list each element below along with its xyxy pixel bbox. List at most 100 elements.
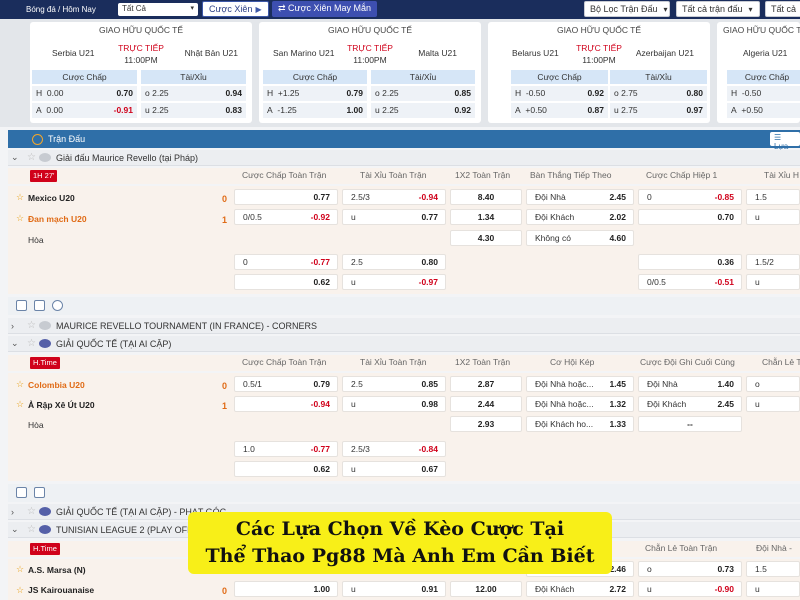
stats-table-icon[interactable]	[16, 487, 27, 498]
chevron-down-icon: ▾	[748, 5, 753, 14]
odds-cell[interactable]: u -0.90	[638, 581, 742, 597]
star-icon[interactable]: ☆	[27, 152, 36, 163]
odds-cell[interactable]: Đội Nhà hoặc... 1.45	[526, 376, 634, 392]
odds-cell[interactable]: u	[746, 396, 800, 412]
star-icon[interactable]: ☆	[27, 524, 36, 535]
odds-cell[interactable]: H -0.50	[727, 86, 800, 101]
stats-table-icon[interactable]	[16, 300, 27, 311]
odds-cell[interactable]: u 0.67	[342, 461, 446, 477]
day-select[interactable]: Tất Cả ▾	[118, 3, 198, 16]
random-parlay-button[interactable]: ⇄ Cược Xiên May Mắn	[272, 1, 377, 17]
league-header[interactable]: › ☆ MAURICE REVELLO TOURNAMENT (IN FRANC…	[8, 318, 800, 334]
odds-cell[interactable]: Đội Nhà 1.40	[638, 376, 742, 392]
odds-cell[interactable]: o 2.25 0.94	[141, 86, 246, 101]
odds-cell[interactable]: 2.5/3 -0.84	[342, 441, 446, 457]
featured-match-card[interactable]: GIAO HỮU QUỐC TẾ Belarus U21 TRỰC TIẾP 1…	[488, 22, 710, 123]
odds-cell[interactable]: u 2.25 0.83	[141, 103, 246, 118]
odds-cell[interactable]: 2.93	[450, 416, 522, 432]
odds-cell[interactable]: 0 -0.85	[638, 189, 742, 205]
featured-match-card[interactable]: GIAO HỮU QUỐC TẾ San Marino U21 TRỰC TIẾ…	[259, 22, 481, 123]
star-icon[interactable]: ☆	[27, 506, 36, 517]
odds-cell[interactable]: 1.00	[234, 581, 338, 597]
bar-chart-icon[interactable]	[34, 300, 45, 311]
odds-cell[interactable]: 1.5	[746, 561, 800, 577]
odds-cell[interactable]: u	[746, 274, 800, 290]
odds-cell[interactable]: Đội Nhà 2.45	[526, 189, 634, 205]
favorite-star-icon[interactable]: ☆	[16, 379, 24, 390]
favorite-star-icon[interactable]: ☆	[16, 585, 24, 596]
odds-cell[interactable]: 0.62	[234, 461, 338, 477]
odds-cell[interactable]: 2.87	[450, 376, 522, 392]
odds-cell[interactable]: 1.34	[450, 209, 522, 225]
odds-cell[interactable]: u -0.97	[342, 274, 446, 290]
odds-cell[interactable]: u	[746, 581, 800, 597]
odds-cell[interactable]: o	[746, 376, 800, 392]
odds-cell[interactable]: A 0.00 -0.91	[32, 103, 137, 118]
odds-cell[interactable]: 2.5 0.80	[342, 254, 446, 270]
odds-cell[interactable]: 2.5 0.85	[342, 376, 446, 392]
odds-cell[interactable]: 0.62	[234, 274, 338, 290]
odds-cell[interactable]: Đội Khách 2.72	[526, 581, 634, 597]
league-header[interactable]: ⌄ ☆ Giải đấu Maurice Revello (tại Pháp)	[8, 150, 800, 166]
competition-name: GIAO HỮU QUỐC TẾ	[327, 25, 413, 35]
odds-cell[interactable]: 0/0.5 -0.92	[234, 209, 338, 225]
odds-cell[interactable]: H -0.50 0.92	[511, 86, 608, 101]
odds-cell[interactable]: 8.40	[450, 189, 522, 205]
filter-button[interactable]: ☰ Lựa	[770, 132, 800, 151]
featured-match-card[interactable]: GIAO HỮU QUỐC TẾ Serbia U21 TRỰC TIẾP 11…	[30, 22, 252, 123]
parlay-button[interactable]: Cược Xiên ▶	[202, 1, 269, 17]
favorite-star-icon[interactable]: ☆	[16, 399, 24, 410]
odds-cell[interactable]: 12.00	[450, 581, 522, 597]
odds-cell[interactable]: H +1.25 0.79	[263, 86, 367, 101]
odds-cell[interactable]: u 0.91	[342, 581, 446, 597]
odds-cell[interactable]: o 0.73	[638, 561, 742, 577]
league-header[interactable]: ⌄ ☆ GIẢI QUỐC TẾ (TẠI AI CẬP)	[8, 336, 800, 352]
odds-cell[interactable]: 2.5/3 -0.94	[342, 189, 446, 205]
star-icon[interactable]: ☆	[27, 338, 36, 349]
odds-cell[interactable]: H 0.00 0.70	[32, 86, 137, 101]
odds-cell[interactable]: o 2.25 0.85	[371, 86, 475, 101]
odds-cell[interactable]: A +0.50	[727, 103, 800, 118]
odds-cell[interactable]: 0.77	[234, 189, 338, 205]
odds-cell[interactable]: u 2.75 0.97	[610, 103, 707, 118]
featured-match-card[interactable]: GIAO HỮU QUỐC TẾ Algeria U21 Cược Chấp H…	[717, 22, 800, 123]
odds-cell[interactable]: 2.44	[450, 396, 522, 412]
odds-cell[interactable]: u	[746, 209, 800, 225]
over-under-header: Tài/Xỉu	[141, 70, 246, 84]
odds-cell[interactable]: Đội Khách 2.02	[526, 209, 634, 225]
odds-cell[interactable]: 4.30	[450, 230, 522, 246]
odds-cell[interactable]: 0.36	[638, 254, 742, 270]
odds-cell[interactable]: Đội Khách ho... 1.33	[526, 416, 634, 432]
live-tracker-icon[interactable]	[52, 300, 63, 311]
odds-cell[interactable]: 0 -0.77	[234, 254, 338, 270]
odds-cell[interactable]: --	[638, 416, 742, 432]
favorite-star-icon[interactable]: ☆	[16, 564, 24, 575]
odds-cell[interactable]: u 0.98	[342, 396, 446, 412]
handicap-header: Cược Chấp	[32, 70, 137, 84]
bar-chart-icon[interactable]	[34, 487, 45, 498]
live-time-badge: 1H 27'	[30, 170, 58, 182]
odds-cell[interactable]: Đội Nhà hoặc... 1.32	[526, 396, 634, 412]
matches-section-header: Trận Đấu ☰ Lựa	[8, 130, 800, 151]
odds-cell[interactable]: Không có 4.60	[526, 230, 634, 246]
league-select[interactable]: Tất cả	[765, 1, 800, 17]
odds-cell[interactable]: -0.94	[234, 396, 338, 412]
odds-cell[interactable]: u 0.77	[342, 209, 446, 225]
odds-cell[interactable]: o 2.75 0.80	[610, 86, 707, 101]
favorite-star-icon[interactable]: ☆	[16, 213, 24, 224]
odds-cell[interactable]: 1.5	[746, 189, 800, 205]
odds-cell[interactable]: u 2.25 0.92	[371, 103, 475, 118]
star-icon[interactable]: ☆	[27, 320, 36, 331]
odds-cell[interactable]: 1.0 -0.77	[234, 441, 338, 457]
odds-cell[interactable]: 0.70	[638, 209, 742, 225]
match-filter-select[interactable]: Bộ Lọc Trận Đấu ▾	[584, 1, 670, 17]
odds-cell[interactable]: A +0.50 0.87	[511, 103, 608, 118]
odds-cell[interactable]: Đội Khách 2.45	[638, 396, 742, 412]
odds-cell[interactable]: 0.5/1 0.79	[234, 376, 338, 392]
odds-cell[interactable]: 0/0.5 -0.51	[638, 274, 742, 290]
league-name: Giải đấu Maurice Revello (tại Pháp)	[55, 152, 199, 163]
odds-cell[interactable]: A -1.25 1.00	[263, 103, 367, 118]
all-matches-select[interactable]: Tất cả trận đấu ▾	[676, 1, 760, 17]
odds-cell[interactable]: 1.5/2	[746, 254, 800, 270]
favorite-star-icon[interactable]: ☆	[16, 192, 24, 203]
